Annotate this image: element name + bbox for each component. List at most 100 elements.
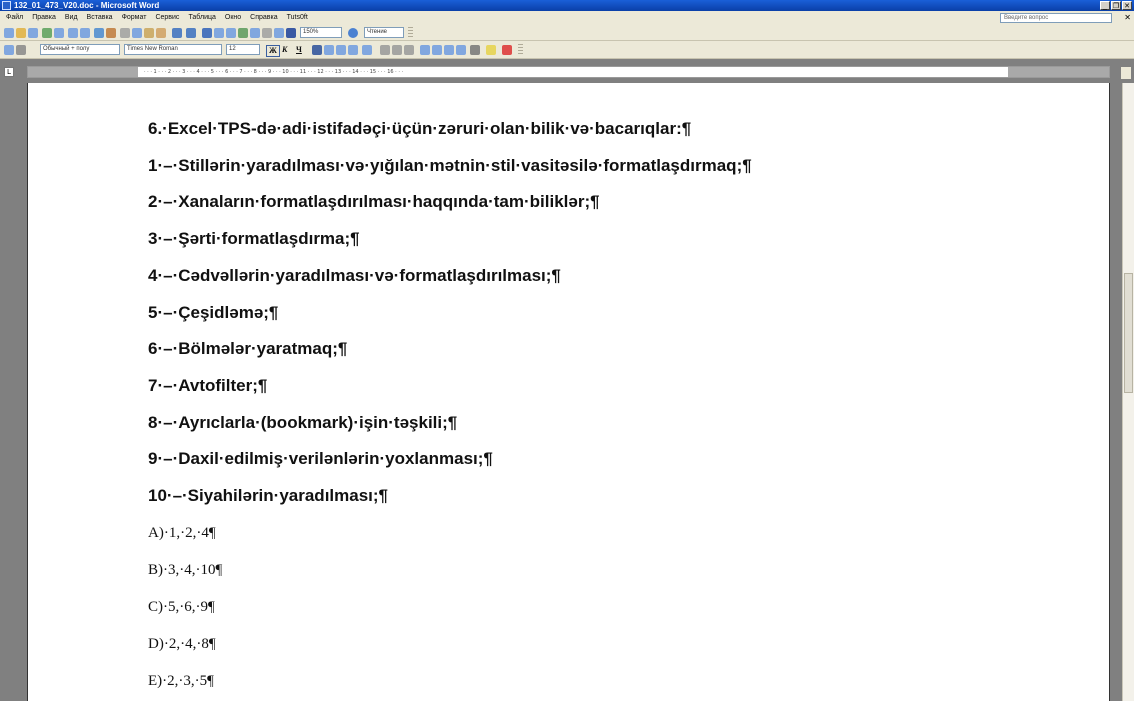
list-item: 5·–·Çeşidləmə;¶ <box>148 303 279 322</box>
scroll-top-cap <box>1121 67 1131 79</box>
clear-format-icon[interactable] <box>404 45 414 55</box>
zoom-select[interactable]: 150% <box>300 27 342 38</box>
bullets-icon[interactable] <box>432 45 442 55</box>
list-item: 3·–·Şərti·formatlaşdırma;¶ <box>148 229 360 248</box>
right-margin-marker <box>1008 67 1109 77</box>
cut-icon[interactable] <box>120 28 130 38</box>
underline-button[interactable]: Ч <box>296 45 302 55</box>
menu-edit[interactable]: Правка <box>32 11 56 25</box>
numbering-icon[interactable] <box>420 45 430 55</box>
redo-icon[interactable] <box>186 28 196 38</box>
menu-file[interactable]: Файл <box>6 11 23 25</box>
align-right-icon[interactable] <box>336 45 346 55</box>
word-app-icon[interactable] <box>2 1 11 10</box>
answer-option-b: B)·3,·4,·10¶ <box>148 562 223 578</box>
menu-list: Файл Правка Вид Вставка Формат Сервис Та… <box>6 11 308 25</box>
italic-button[interactable]: К <box>282 45 287 55</box>
font-select[interactable]: Times New Roman <box>124 44 222 55</box>
list-item: 2·–·Xanaların·formatlaşdırılması·haqqınd… <box>148 192 600 211</box>
toolbar-grip-2[interactable] <box>518 44 523 56</box>
email-icon[interactable] <box>54 28 64 38</box>
align-left-icon[interactable] <box>312 45 322 55</box>
list-item: 7·–·Avtofilter;¶ <box>148 376 268 395</box>
font-size-select[interactable]: 12 <box>226 44 260 55</box>
highlight-icon[interactable] <box>486 45 496 55</box>
list-item: 1·–·Stillərin·yaradılması·və·yığılan·mət… <box>148 156 752 175</box>
document-map-icon[interactable] <box>274 28 284 38</box>
drawing-icon[interactable] <box>262 28 272 38</box>
undo-icon[interactable] <box>172 28 182 38</box>
align-center-icon[interactable] <box>324 45 334 55</box>
window-controls: _ ❐ ✕ <box>1100 1 1132 10</box>
style-icon[interactable] <box>16 45 26 55</box>
restore-button[interactable]: ❐ <box>1111 1 1121 10</box>
document-page[interactable]: 6.·Excel·TPS-də·adi·istifadəçi·üçün·zəru… <box>27 83 1110 701</box>
standard-toolbar: 150% Чтение <box>0 25 1134 41</box>
show-hide-icon[interactable] <box>286 28 296 38</box>
close-button[interactable]: ✕ <box>1122 1 1132 10</box>
read-mode-button[interactable]: Чтение <box>364 27 404 38</box>
menu-format[interactable]: Формат <box>122 11 147 25</box>
scrollbar-thumb[interactable] <box>1124 273 1133 393</box>
ruler-ticks: · · · 1 · · · 2 · · · 3 · · · 4 · · · 5 … <box>144 69 404 75</box>
title-bar: 132_01_473_V20.doc - Microsoft Word _ ❐ … <box>0 0 1134 11</box>
decrease-indent-icon[interactable] <box>444 45 454 55</box>
spelling-icon[interactable] <box>94 28 104 38</box>
menu-bar: Файл Правка Вид Вставка Формат Сервис Та… <box>0 11 1134 25</box>
ask-question-input[interactable]: Введите вопрос <box>1000 13 1112 23</box>
menu-view[interactable]: Вид <box>65 11 78 25</box>
format-painter-icon[interactable] <box>156 28 166 38</box>
research-icon[interactable] <box>106 28 116 38</box>
hyperlink-icon[interactable] <box>202 28 212 38</box>
toolbar-grip[interactable] <box>408 27 413 39</box>
borders-icon[interactable] <box>470 45 480 55</box>
horizontal-ruler[interactable]: · · · 1 · · · 2 · · · 3 · · · 4 · · · 5 … <box>27 66 1110 78</box>
list-item: 6·–·Bölmələr·yaratmaq;¶ <box>148 339 348 358</box>
menu-tutsoft[interactable]: Tuts0ft <box>287 11 308 25</box>
new-document-icon[interactable] <box>4 28 14 38</box>
menu-window[interactable]: Окно <box>225 11 241 25</box>
answer-option-a: A)·1,·2,·4¶ <box>148 525 216 541</box>
menu-tools[interactable]: Сервис <box>155 11 179 25</box>
line-spacing-icon[interactable] <box>362 45 372 55</box>
list-item: 8·–·Ayrıclarla·(bookmark)·işin·təşkili;¶ <box>148 413 458 432</box>
insert-excel-icon[interactable] <box>238 28 248 38</box>
paste-icon[interactable] <box>144 28 154 38</box>
answer-option-d: D)·2,·4,·8¶ <box>148 636 216 652</box>
font-color-icon[interactable] <box>502 45 512 55</box>
print-icon[interactable] <box>68 28 78 38</box>
answer-option-c: C)·5,·6,·9¶ <box>148 599 215 615</box>
justify-icon[interactable] <box>348 45 358 55</box>
menu-table[interactable]: Таблица <box>188 11 215 25</box>
print-preview-icon[interactable] <box>80 28 90 38</box>
menu-help[interactable]: Справка <box>250 11 277 25</box>
copy-icon[interactable] <box>132 28 142 38</box>
list-item: 9·–·Daxil·edilmiş·verilənlərin·yoxlanmas… <box>148 449 493 468</box>
styles-pane-icon[interactable] <box>4 45 14 55</box>
answer-option-e: E)·2,·3,·5¶ <box>148 673 214 689</box>
ruler-area: L · · · 1 · · · 2 · · · 3 · · · 4 · · · … <box>0 59 1134 83</box>
bold-button[interactable]: Ж <box>266 45 280 57</box>
style-select[interactable]: Обычный + полу <box>40 44 120 55</box>
open-icon[interactable] <box>16 28 26 38</box>
increase-indent-icon[interactable] <box>456 45 466 55</box>
minimize-button[interactable]: _ <box>1100 1 1110 10</box>
columns-icon[interactable] <box>250 28 260 38</box>
help-icon[interactable] <box>348 28 358 38</box>
tab-selector[interactable]: L <box>4 67 14 77</box>
question-heading: 6.·Excel·TPS-də·adi·istifadəçi·üçün·zəru… <box>148 119 692 138</box>
save-icon[interactable] <box>28 28 38 38</box>
list-item: 4·–·Cədvəllərin·yaradılması·və·formatlaş… <box>148 266 561 285</box>
insert-table-icon[interactable] <box>226 28 236 38</box>
permission-icon[interactable] <box>42 28 52 38</box>
window-title: 132_01_473_V20.doc - Microsoft Word <box>14 1 160 10</box>
left-gutter <box>0 83 27 701</box>
subscript-icon[interactable] <box>380 45 390 55</box>
menu-insert[interactable]: Вставка <box>87 11 113 25</box>
vertical-scrollbar[interactable] <box>1122 83 1134 701</box>
formatting-toolbar: Обычный + полу Times New Roman 12 Ж К Ч <box>0 41 1134 59</box>
tables-borders-icon[interactable] <box>214 28 224 38</box>
document-close-icon[interactable]: ✕ <box>1124 11 1131 25</box>
left-margin-marker <box>28 67 138 77</box>
superscript-icon[interactable] <box>392 45 402 55</box>
